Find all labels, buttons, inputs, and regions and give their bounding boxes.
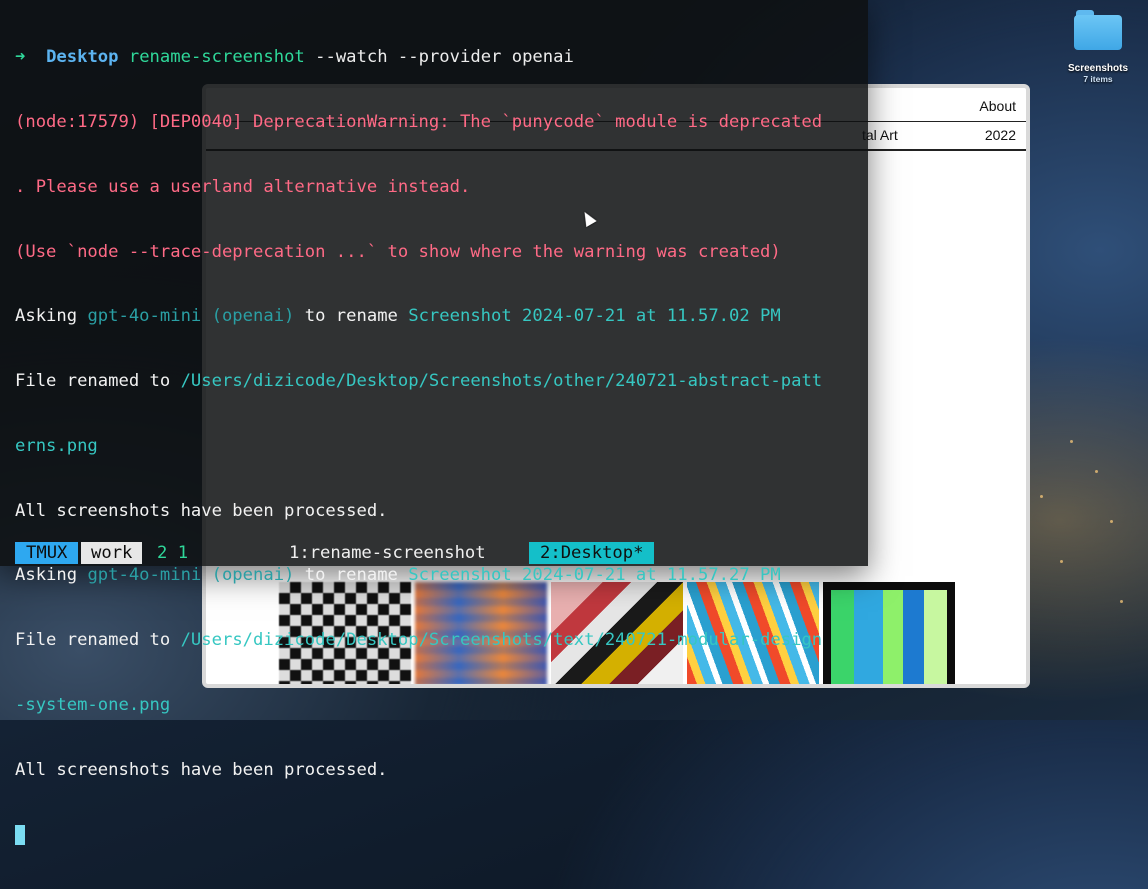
tmux-window-2-active[interactable]: 2:Desktop* [529, 542, 655, 564]
text-cursor [15, 824, 25, 845]
terminal-output[interactable]: ➜ Desktop rename-screenshot --watch --pr… [15, 4, 868, 889]
tmux-status-bar: TMUX work 2 1 1:rename-screenshot 2:Desk… [15, 542, 868, 564]
log-path: /Users/dizicode/Desktop/Screenshots/othe… [180, 371, 823, 392]
city-light [1095, 470, 1098, 473]
log-to-rename: to rename [294, 565, 409, 586]
city-light [1060, 560, 1063, 563]
log-model: gpt-4o-mini (openai) [87, 306, 295, 327]
tmux-label: TMUX [15, 542, 79, 564]
folder-icon [1074, 10, 1122, 50]
command-args: --watch --provider openai [304, 47, 574, 68]
log-path-continued: erns.png [15, 435, 98, 456]
warning-line: . Please use a userland alternative inst… [15, 176, 471, 197]
log-line: Asking gpt-4o-mini (openai) to rename Sc… [15, 306, 868, 328]
warning-line: (Use `node --trace-deprecation ...` to s… [15, 241, 781, 262]
folder-name: Screenshots [1067, 63, 1129, 74]
desktop-folder-screenshots[interactable]: Screenshots 7 items [1062, 10, 1134, 84]
prompt-arrow-icon: ➜ [15, 47, 26, 68]
city-light [1040, 495, 1043, 498]
prompt-line: ➜ Desktop rename-screenshot --watch --pr… [15, 47, 868, 69]
log-renamed: File renamed to [15, 371, 181, 392]
log-processed: All screenshots have been processed. [15, 759, 388, 780]
session-name: work [81, 542, 143, 564]
log-screenshot-name: Screenshot 2024-07-21 at 11.57.02 PM [408, 306, 781, 327]
prompt-cwd: Desktop [46, 47, 119, 68]
terminal-window[interactable]: ➜ Desktop rename-screenshot --watch --pr… [0, 0, 868, 845]
log-path: /Users/dizicode/Desktop/Screenshots/text… [180, 630, 823, 651]
log-line: Asking gpt-4o-mini (openai) to rename Sc… [15, 565, 868, 587]
city-light [1120, 600, 1123, 603]
tmux-window-1[interactable]: 1:rename-screenshot [289, 542, 486, 564]
nav-link-about[interactable]: About [979, 98, 1016, 114]
log-to-rename: to rename [294, 306, 409, 327]
log-line: File renamed to /Users/dizicode/Desktop/… [15, 371, 868, 393]
folder-item-count: 7 items [1083, 74, 1113, 84]
log-asking: Asking [15, 306, 88, 327]
cursor-line[interactable] [15, 824, 868, 847]
pane-numbers: 2 1 [157, 543, 189, 563]
log-path-continued: -system-one.png [15, 695, 171, 715]
city-light [1070, 440, 1073, 443]
city-light [1110, 520, 1113, 523]
log-model: gpt-4o-mini (openai) [87, 565, 295, 586]
header-cell-year: 2022 [984, 127, 1016, 143]
command-name: rename-screenshot [128, 47, 305, 68]
log-screenshot-name: Screenshot 2024-07-21 at 11.57.27 PM [408, 565, 781, 586]
warning-line: (node:17579) [DEP0040] DeprecationWarnin… [15, 111, 823, 132]
log-line: File renamed to /Users/dizicode/Desktop/… [15, 630, 868, 652]
log-processed: All screenshots have been processed. [15, 500, 388, 521]
